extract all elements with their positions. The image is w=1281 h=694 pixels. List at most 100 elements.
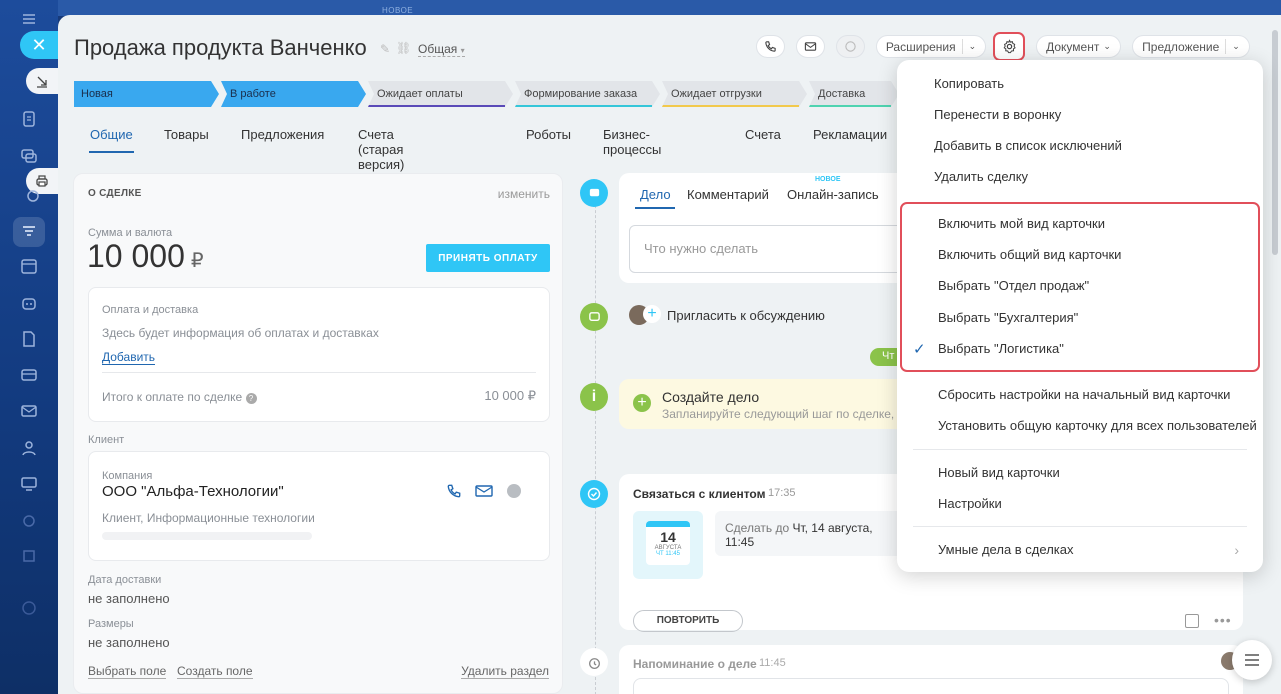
payment-title: Оплата и доставка [102,304,199,316]
menu-smart-tasks[interactable]: Умные дела в сделках [938,542,1073,557]
email-button[interactable] [796,35,825,58]
link-icon[interactable]: ⛓ [396,41,411,55]
timeline-line [595,185,596,694]
stage-in-work[interactable]: В работе [221,81,366,107]
chat-icon[interactable] [18,145,40,167]
contacts-icon[interactable] [18,437,40,459]
tab-offers[interactable]: Предложения [241,127,324,142]
company-label: Компания [102,470,153,482]
menu-reset-view[interactable]: Сбросить настройки на начальный вид карт… [938,387,1230,402]
chevron-right-icon: › [1234,542,1239,558]
phone-icon[interactable] [446,483,462,502]
menu-my-view[interactable]: Включить мой вид карточки [938,216,1105,231]
close-slider-button[interactable]: ✕ [20,31,58,59]
plus-icon[interactable]: + [643,305,661,323]
calendar-icon: 14 АВГУСТА ЧТ 11:45 [646,521,690,565]
menu-sales-dept[interactable]: Выбрать "Отдел продаж" [938,278,1089,293]
calendar-icon[interactable] [18,255,40,277]
reminder-body [633,678,1229,694]
menu-delete-deal[interactable]: Удалить сделку [934,169,1028,184]
menu-set-common-all[interactable]: Установить общую карточку для всех польз… [938,418,1257,433]
monitor-icon[interactable] [18,473,40,495]
size-value: не заполнено [88,635,170,650]
discussion-icon [580,303,608,331]
scrollbar[interactable] [1272,30,1278,255]
settings-small-icon[interactable] [22,185,44,207]
repeat-button[interactable]: ПОВТОРИТЬ [633,610,743,632]
envelope-icon[interactable] [475,483,493,502]
menu-add-exclusion[interactable]: Добавить в список исключений [934,138,1122,153]
tab-robots[interactable]: Роботы [526,127,571,142]
tab-invoices[interactable]: Счета [745,127,781,142]
robot-icon[interactable] [18,292,40,314]
tab-business-processes[interactable]: Бизнес-процессы [603,127,661,157]
client-label: Клиент [88,434,125,446]
create-activity-card[interactable]: + Создайте дело Запланируйте следующий ш… [619,379,909,429]
create-field-link[interactable]: Создать поле [177,664,253,679]
menu-move-funnel[interactable]: Перенести в воронку [934,107,1061,122]
more-icon[interactable]: ••• [1214,612,1232,628]
tab-general[interactable]: Общие [89,127,134,153]
call-button[interactable] [756,35,785,58]
invite-text[interactable]: Пригласить к обсуждению [667,308,825,323]
payment-box: Оплата и доставка Здесь будет информация… [88,287,550,422]
menu-accounting[interactable]: Выбрать "Бухгалтерия" [938,310,1078,325]
accept-payment-button[interactable]: ПРИНЯТЬ ОПЛАТУ [426,244,550,272]
delete-section-link[interactable]: Удалить раздел [461,664,549,679]
collapse-icon[interactable] [26,68,58,94]
invite-row[interactable]: + Пригласить к обсуждению [619,299,909,333]
company-name[interactable]: ООО "Альфа-Технологии" [102,483,284,500]
select-field-link[interactable]: Выбрать поле [88,664,167,679]
menu-settings[interactable]: Настройки [938,496,1002,511]
menu-divider [913,449,1247,450]
create-activity-sub: Запланируйте следующий шаг по сделке, ч [662,407,904,421]
document-button[interactable]: Документ ⌄ [1036,35,1121,58]
menu-logistics[interactable]: Выбрать "Логистика" [938,341,1064,356]
stage-new[interactable]: Новая [74,81,219,107]
chat-icon[interactable] [507,484,521,498]
gear-rail-icon[interactable] [18,597,40,619]
menu-new-view[interactable]: Новый вид карточки [938,465,1060,480]
tab-comment[interactable]: Комментарий [687,187,769,202]
menu-copy[interactable]: Копировать [934,76,1004,91]
stage-order-forming[interactable]: Формирование заказа [515,81,660,107]
edit-title-icon[interactable]: ✎ [380,42,390,56]
stage-delivery[interactable]: Доставка [809,81,899,107]
tab-online-booking[interactable]: Онлайн-запись [787,187,879,202]
task-title[interactable]: Связаться с клиентом [633,487,765,501]
category-select[interactable]: Общая ▾ [418,42,465,57]
offer-button[interactable]: Предложение ⌄ [1132,35,1250,58]
stage-waiting-payment[interactable]: Ожидает оплаты [368,81,513,107]
tab-invoices-old[interactable]: Счета (старая версия) [358,127,404,172]
settings-dropdown-menu: Копировать Перенести в воронку Добавить … [897,60,1263,572]
list-fab-button[interactable] [1232,640,1272,680]
tab-claims[interactable]: Рекламации [813,127,887,142]
crm-filter-icon[interactable] [13,217,45,247]
mail-icon[interactable] [18,400,40,422]
add-activity-icon[interactable]: + [633,394,651,412]
note-icon[interactable] [1185,614,1199,628]
tab-products[interactable]: Товары [164,127,209,142]
change-link[interactable]: изменить [498,187,550,201]
section-title: О СДЕЛКЕ [88,188,142,199]
chat-button[interactable] [836,35,865,58]
reminder-time: 11:45 [759,657,786,669]
due-info: Сделать до Чт, 14 августа, 11:45 [715,511,915,556]
tab-deal[interactable]: Дело [640,187,671,202]
checkmark-icon: ✓ [913,341,926,358]
card-icon[interactable] [18,364,40,386]
document-icon[interactable] [18,328,40,350]
menu-icon[interactable] [18,8,40,30]
gear-icon[interactable] [993,32,1025,61]
alarm-icon [580,648,608,676]
grid-icon[interactable] [18,545,40,567]
blurred-contact [102,532,312,540]
add-payment-link[interactable]: Добавить [102,350,156,365]
task-input[interactable]: Что нужно сделать [629,225,919,273]
stage-waiting-shipment[interactable]: Ожидает отгрузки [662,81,807,107]
menu-common-view[interactable]: Включить общий вид карточки [938,247,1121,262]
apps-icon[interactable] [18,510,40,532]
tasks-icon[interactable] [18,108,40,130]
reminder-title: Напоминание о деле [633,657,757,671]
extensions-button[interactable]: Расширения ⌄ [876,35,986,58]
